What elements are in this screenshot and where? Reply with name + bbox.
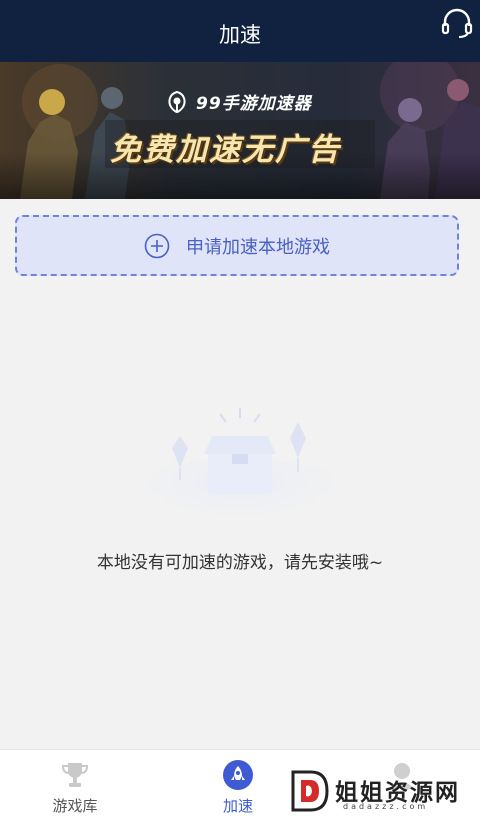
- tab-accelerate-label: 加速: [222, 797, 253, 815]
- tab-game-library-label: 游戏库: [52, 797, 98, 815]
- apply-accelerate-local-game-button[interactable]: 申请加速本地游戏: [15, 215, 459, 276]
- watermark: 姐姐资源网 dadazzz.com: [288, 770, 478, 815]
- plus-circle-icon: [144, 233, 170, 258]
- promo-banner[interactable]: 99手游加速器 免费加速无广告: [0, 62, 480, 199]
- headset-icon[interactable]: [440, 6, 474, 40]
- empty-state-message: 本地没有可加速的游戏，请先安装哦~: [96, 553, 384, 573]
- rocket-icon: [223, 760, 253, 790]
- tab-game-library[interactable]: 游戏库: [25, 750, 125, 816]
- apply-button-label: 申请加速本地游戏: [186, 236, 330, 258]
- trophy-icon: [61, 763, 89, 787]
- tab-accelerate[interactable]: 加速: [188, 750, 288, 816]
- banner-slogan: 免费加速无广告: [110, 132, 341, 168]
- top-header: 加速: [0, 0, 480, 62]
- watermark-logo-icon: [291, 770, 329, 812]
- brand-row: 99手游加速器: [166, 89, 312, 114]
- empty-box-illustration: [125, 408, 355, 528]
- brand-name: 99手游加速器: [196, 94, 312, 114]
- watermark-subtext: dadazzz.com: [343, 802, 429, 811]
- page-title: 加速: [219, 23, 261, 47]
- leaf-logo-icon: [168, 90, 186, 113]
